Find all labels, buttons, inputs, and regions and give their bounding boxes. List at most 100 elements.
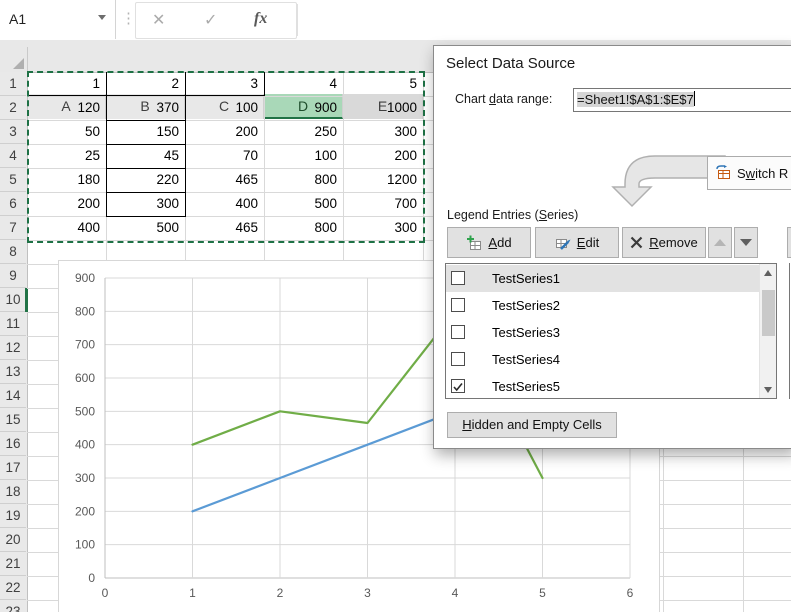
move-series-up-button[interactable] bbox=[708, 227, 732, 258]
row-header-17[interactable]: 17 bbox=[0, 456, 26, 480]
cell-D5[interactable]: 800 bbox=[264, 168, 337, 192]
series-item-TestSeries4[interactable]: TestSeries4 bbox=[446, 346, 759, 373]
svg-text:400: 400 bbox=[75, 438, 95, 452]
cell-E1[interactable]: 5 bbox=[343, 72, 417, 96]
cell-A5[interactable]: 180 bbox=[27, 168, 100, 192]
cell-border bbox=[27, 95, 265, 96]
cell-border bbox=[185, 96, 186, 217]
row-header-1[interactable]: 1 bbox=[0, 72, 26, 96]
cell-B7[interactable]: 500 bbox=[106, 216, 179, 240]
row-header-13[interactable]: 13 bbox=[0, 360, 26, 384]
cell-B2[interactable]: 370 bbox=[106, 96, 179, 120]
svg-text:3: 3 bbox=[364, 586, 371, 600]
row-header-14[interactable]: 14 bbox=[0, 384, 26, 408]
cell-E2[interactable]: 1000 bbox=[343, 96, 417, 120]
cell-border bbox=[264, 72, 265, 96]
row-header-3[interactable]: 3 bbox=[0, 120, 26, 144]
cancel-icon[interactable]: ✕ bbox=[152, 10, 165, 30]
formula-input[interactable] bbox=[298, 0, 791, 39]
scrollbar[interactable] bbox=[759, 264, 776, 398]
row-header-4[interactable]: 4 bbox=[0, 144, 26, 168]
cell-E5[interactable]: 1200 bbox=[343, 168, 417, 192]
switch-row-column-icon bbox=[715, 165, 731, 181]
cell-D6[interactable]: 500 bbox=[264, 192, 337, 216]
scrollbar-thumb[interactable] bbox=[762, 290, 775, 336]
cell-C3[interactable]: 200 bbox=[185, 120, 258, 144]
cell-D2[interactable]: 900 bbox=[264, 96, 337, 120]
series-item-TestSeries1[interactable]: TestSeries1 bbox=[446, 265, 759, 292]
cell-B1[interactable]: 2 bbox=[106, 72, 179, 96]
switch-row-column-button[interactable]: Switch R bbox=[707, 156, 791, 190]
edit-series-button[interactable]: Edit bbox=[535, 227, 619, 258]
cell-E4[interactable]: 200 bbox=[343, 144, 417, 168]
chevron-down-icon[interactable] bbox=[98, 15, 106, 20]
row-header-8[interactable]: 8 bbox=[0, 240, 26, 264]
cell-C4[interactable]: 70 bbox=[185, 144, 258, 168]
scroll-up-button[interactable] bbox=[760, 264, 777, 281]
unchecked-checkbox[interactable] bbox=[451, 325, 465, 339]
row-header-10[interactable]: 10 bbox=[0, 288, 26, 312]
cell-D7[interactable]: 800 bbox=[264, 216, 337, 240]
cell-C5[interactable]: 465 bbox=[185, 168, 258, 192]
cell-A1[interactable]: 1 bbox=[27, 72, 100, 96]
cell-C6[interactable]: 400 bbox=[185, 192, 258, 216]
cell-E6[interactable]: 700 bbox=[343, 192, 417, 216]
cell-C1[interactable]: 3 bbox=[185, 72, 258, 96]
cell-B6[interactable]: 300 bbox=[106, 192, 179, 216]
row-header-7[interactable]: 7 bbox=[0, 216, 26, 240]
checked-checkbox[interactable] bbox=[451, 379, 465, 393]
series-item-label: TestSeries5 bbox=[492, 379, 560, 394]
series-item-label: TestSeries4 bbox=[492, 352, 560, 367]
insert-function-icon[interactable]: fx bbox=[254, 10, 267, 28]
cell-C7[interactable]: 465 bbox=[185, 216, 258, 240]
cell-A2[interactable]: 120 bbox=[27, 96, 100, 120]
svg-text:200: 200 bbox=[75, 504, 95, 518]
row-header-5[interactable]: 5 bbox=[0, 168, 26, 192]
series-item-TestSeries3[interactable]: TestSeries3 bbox=[446, 319, 759, 346]
series-item-TestSeries5[interactable]: TestSeries5 bbox=[446, 373, 759, 400]
row-header-20[interactable]: 20 bbox=[0, 528, 26, 552]
row-header-9[interactable]: 9 bbox=[0, 264, 26, 288]
row-header-18[interactable]: 18 bbox=[0, 480, 26, 504]
cell-E7[interactable]: 300 bbox=[343, 216, 417, 240]
cell-E3[interactable]: 300 bbox=[343, 120, 417, 144]
cell-B5[interactable]: 220 bbox=[106, 168, 179, 192]
row-header-12[interactable]: 12 bbox=[0, 336, 26, 360]
row-header-6[interactable]: 6 bbox=[0, 192, 26, 216]
add-series-button[interactable]: Add bbox=[447, 227, 531, 258]
cell-A3[interactable]: 50 bbox=[27, 120, 100, 144]
row-header-15[interactable]: 15 bbox=[0, 408, 26, 432]
series-listbox: TestSeries1TestSeries2TestSeries3 TestSer… bbox=[445, 263, 777, 399]
row-header-16[interactable]: 16 bbox=[0, 432, 26, 456]
name-box[interactable]: A1 bbox=[0, 0, 116, 39]
scroll-down-button[interactable] bbox=[760, 381, 777, 398]
cell-C2[interactable]: 100 bbox=[185, 96, 258, 120]
cell-border bbox=[106, 72, 107, 96]
row-header-19[interactable]: 19 bbox=[0, 504, 26, 528]
move-series-down-button[interactable] bbox=[734, 227, 758, 258]
arrow-up-icon bbox=[714, 239, 726, 246]
select-all-corner[interactable] bbox=[0, 47, 28, 72]
row-header-21[interactable]: 21 bbox=[0, 552, 26, 576]
remove-series-button[interactable]: Remove bbox=[622, 227, 706, 258]
row-header-2[interactable]: 2 bbox=[0, 96, 26, 120]
unchecked-checkbox[interactable] bbox=[451, 352, 465, 366]
unchecked-checkbox[interactable] bbox=[451, 298, 465, 312]
cell-D1[interactable]: 4 bbox=[264, 72, 337, 96]
chart-data-range-input[interactable]: =Sheet1!$A$1:$E$7 bbox=[573, 88, 791, 112]
cell-A4[interactable]: 25 bbox=[27, 144, 100, 168]
cell-A7[interactable]: 400 bbox=[27, 216, 100, 240]
cell-D4[interactable]: 100 bbox=[264, 144, 337, 168]
enter-check-icon[interactable]: ✓ bbox=[204, 10, 217, 30]
unchecked-checkbox[interactable] bbox=[451, 271, 465, 285]
row-header-23[interactable]: 23 bbox=[0, 600, 26, 612]
cell-D3[interactable]: 250 bbox=[264, 120, 337, 144]
formula-button-group: ✕ ✓ fx bbox=[135, 2, 297, 39]
row-header-11[interactable]: 11 bbox=[0, 312, 26, 336]
cell-B4[interactable]: 45 bbox=[106, 144, 179, 168]
cell-B3[interactable]: 150 bbox=[106, 120, 179, 144]
series-item-TestSeries2[interactable]: TestSeries2 bbox=[446, 292, 759, 319]
cell-A6[interactable]: 200 bbox=[27, 192, 100, 216]
row-header-22[interactable]: 22 bbox=[0, 576, 26, 600]
hidden-and-empty-cells-button[interactable]: Hidden and Empty Cells bbox=[447, 412, 617, 438]
